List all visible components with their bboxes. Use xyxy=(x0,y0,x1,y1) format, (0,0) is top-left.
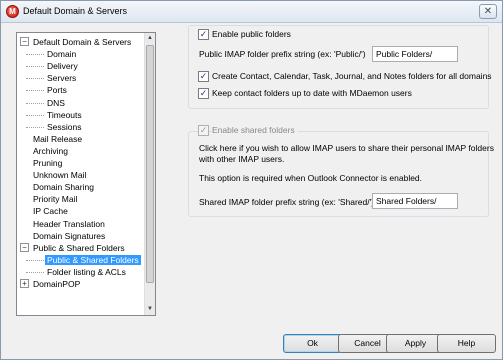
tree-item[interactable]: Public & Shared Folders xyxy=(45,254,141,266)
create-folders-label: Create Contact, Calendar, Task, Journal,… xyxy=(212,71,492,81)
collapse-icon[interactable]: − xyxy=(20,37,29,46)
tree-item-label: Pruning xyxy=(33,158,63,168)
enable-public-folders-label: Enable public folders xyxy=(212,29,291,39)
tree-item-label: Unknown Mail xyxy=(33,170,87,181)
enable-public-folders-checkbox[interactable]: ✓ xyxy=(198,29,209,40)
keep-contacts-label: Keep contact folders up to date with MDa… xyxy=(212,88,412,98)
tree-item-label: DNS xyxy=(47,97,65,108)
tree-item-label: Sessions xyxy=(47,121,82,132)
tree-item-label: Domain Signatures xyxy=(33,230,106,241)
tree-item-label: Default Domain & Servers xyxy=(33,37,132,47)
title-bar: M Default Domain & Servers ✕ xyxy=(1,1,502,23)
close-button[interactable]: ✕ xyxy=(479,4,497,19)
shared-desc-line1: Click here if you wish to allow IMAP use… xyxy=(199,143,494,153)
tree-item-label: Public & Shared Folders xyxy=(33,242,125,253)
public-prefix-input[interactable]: Public Folders/ xyxy=(372,46,458,62)
tree-item-label: DomainPOP xyxy=(33,279,81,289)
tree-item[interactable]: IP Cache xyxy=(33,205,68,217)
tree-item[interactable]: Header Translation xyxy=(33,218,105,230)
help-button[interactable]: Help xyxy=(437,334,496,353)
tree-item[interactable]: Ports xyxy=(47,84,67,96)
tree-item[interactable]: Delivery xyxy=(47,60,78,72)
tree-scrollbar[interactable]: ▲ ▼ xyxy=(144,33,155,315)
tree-connector xyxy=(26,54,44,56)
tree-item[interactable]: Timeouts xyxy=(47,109,82,121)
create-folders-checkbox[interactable]: ✓ xyxy=(198,71,209,82)
enable-shared-folders-label: Enable shared folders xyxy=(212,125,298,135)
tree-item[interactable]: DomainPOP xyxy=(33,278,80,290)
shared-desc-line2: with other IMAP users. xyxy=(199,154,285,164)
tree-item[interactable]: Mail Release xyxy=(33,133,82,145)
tree-item[interactable]: Default Domain & Servers xyxy=(33,36,131,48)
tree-connector xyxy=(26,259,44,261)
tree-connector xyxy=(26,78,44,80)
tree-item[interactable]: Sessions xyxy=(47,121,82,133)
tree-item-label: Ports xyxy=(47,85,67,96)
expand-icon[interactable]: + xyxy=(20,279,29,288)
tree-item[interactable]: Folder listing & ACLs xyxy=(47,266,126,278)
tree-connector xyxy=(26,102,44,104)
tree-item-label: Domain Sharing xyxy=(33,182,94,193)
tree-connector xyxy=(26,66,44,68)
scroll-down-icon[interactable]: ▼ xyxy=(145,304,155,315)
keep-contacts-checkbox[interactable]: ✓ xyxy=(198,88,209,99)
outlook-connector-note: This option is required when Outlook Con… xyxy=(199,173,423,183)
tree-item-label: Domain xyxy=(47,49,77,60)
tree-item[interactable]: Pruning xyxy=(33,157,62,169)
tree-item[interactable]: Priority Mail xyxy=(33,193,77,205)
tree-item[interactable]: DNS xyxy=(47,97,65,109)
tree-connector xyxy=(26,126,44,128)
scroll-thumb[interactable] xyxy=(146,45,154,283)
tree-item-label: Public & Shared Folders xyxy=(45,254,141,265)
tree-connector xyxy=(26,271,44,273)
tree-item[interactable]: Public & Shared Folders xyxy=(33,242,125,254)
tree-item-label: Archiving xyxy=(33,145,68,156)
dialog-window: M Default Domain & Servers ✕ ▲ ▼ − Defaul… xyxy=(0,0,503,360)
window-title: Default Domain & Servers xyxy=(23,6,128,16)
tree-connector xyxy=(26,114,44,116)
tree-item-label: Timeouts xyxy=(47,109,82,120)
shared-prefix-label: Shared IMAP folder prefix string (ex: 'S… xyxy=(199,197,375,207)
enable-shared-folders-checkbox[interactable]: ✓ xyxy=(198,125,209,136)
tree-item-label: Folder listing & ACLs xyxy=(47,266,126,277)
tree-item[interactable]: Unknown Mail xyxy=(33,169,86,181)
navigation-tree[interactable]: ▲ ▼ − Default Domain & Servers Domain Deliv… xyxy=(16,32,156,316)
tree-item-label: Priority Mail xyxy=(33,194,78,205)
collapse-icon[interactable]: − xyxy=(20,242,29,252)
ok-button[interactable]: Ok xyxy=(283,334,342,353)
tree-item[interactable]: Domain Sharing xyxy=(33,181,94,193)
tree-item-label: Mail Release xyxy=(33,133,83,144)
tree-item[interactable]: Domain Signatures xyxy=(33,230,105,242)
tree-item-label: Delivery xyxy=(47,61,78,72)
tree-item-label: Header Translation xyxy=(33,218,105,229)
scroll-up-icon[interactable]: ▲ xyxy=(145,33,155,44)
public-prefix-label: Public IMAP folder prefix string (ex: 'P… xyxy=(199,49,366,59)
tree-item[interactable]: Archiving xyxy=(33,145,68,157)
tree-connector xyxy=(26,90,44,92)
app-icon: M xyxy=(6,5,19,18)
tree-item[interactable]: Domain xyxy=(47,48,76,60)
tree-item[interactable]: Servers xyxy=(47,72,76,84)
tree-item-label: Servers xyxy=(47,73,77,84)
tree-item-label: IP Cache xyxy=(33,206,68,217)
shared-prefix-input[interactable]: Shared Folders/ xyxy=(372,193,458,209)
